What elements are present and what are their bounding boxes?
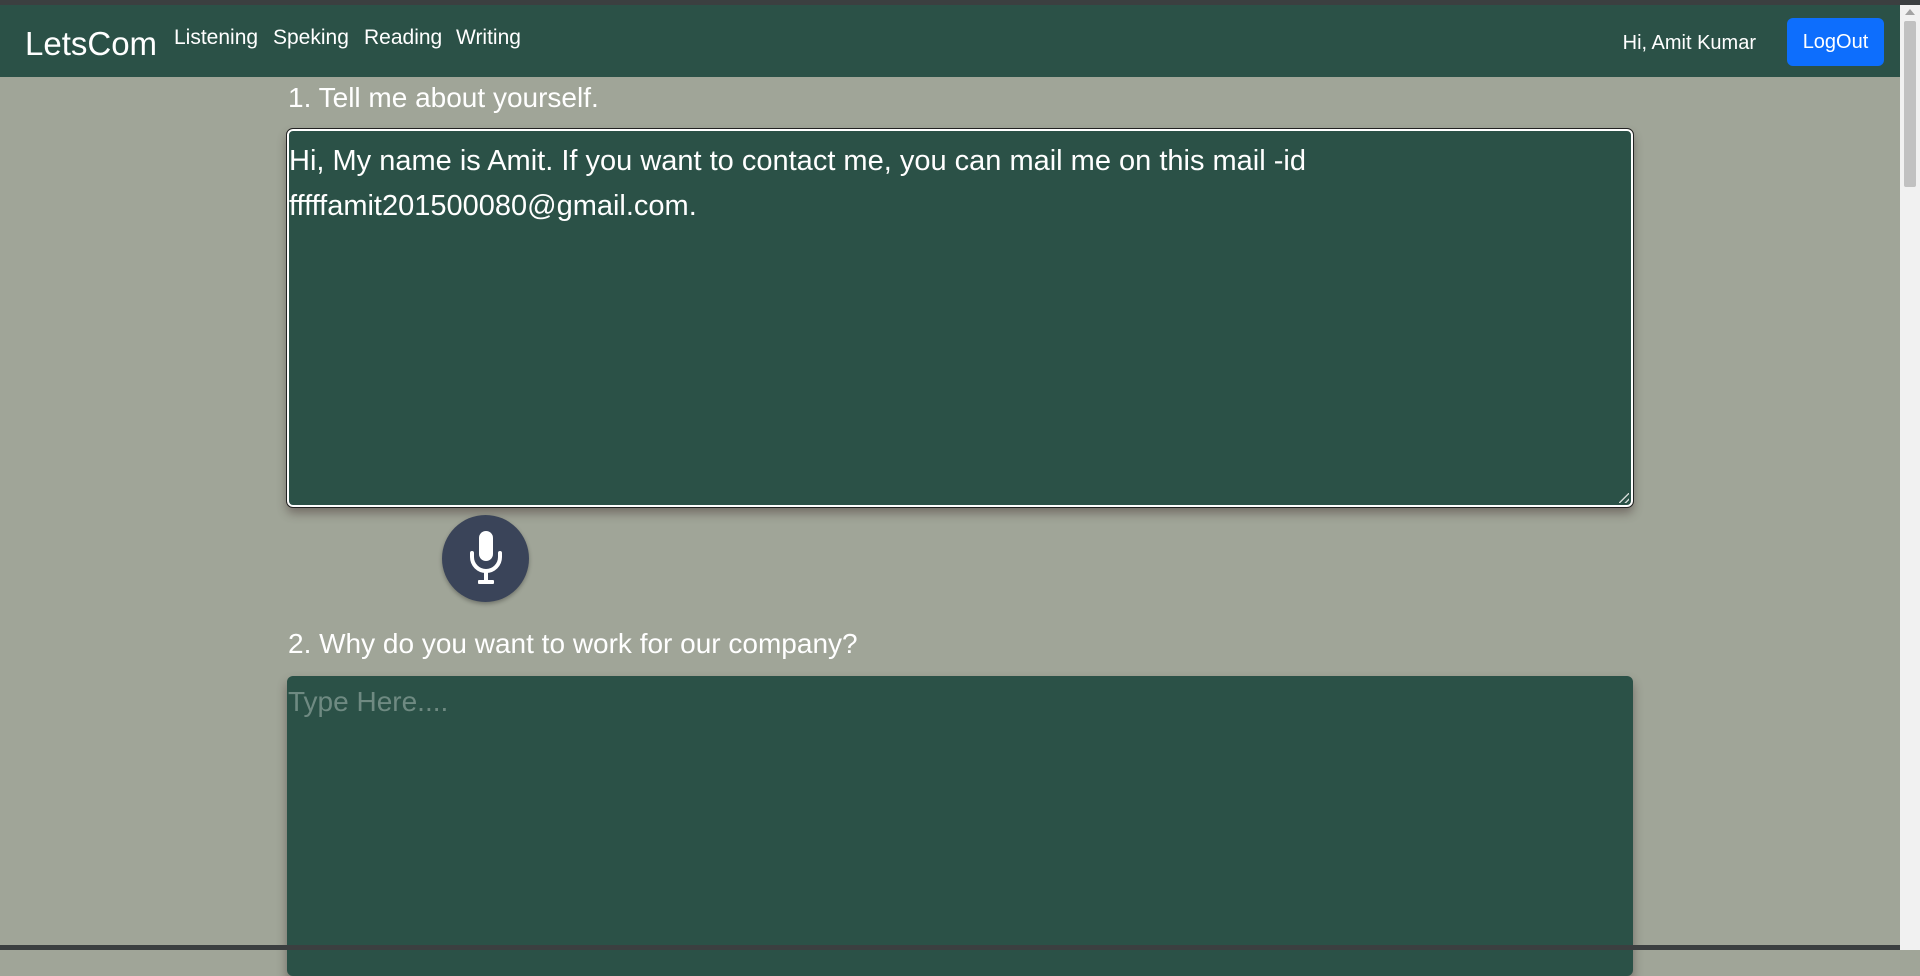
microphone-button[interactable] — [442, 515, 529, 602]
answer-1-textarea[interactable]: Hi, My name is Amit. If you want to cont… — [286, 128, 1634, 508]
top-navbar: LetsCom Listening Speking Reading Writin… — [0, 5, 1900, 77]
resize-grip-icon[interactable] — [1619, 493, 1629, 503]
question-2-label: 2. Why do you want to work for our compa… — [288, 628, 858, 659]
answer-1-text[interactable]: Hi, My name is Amit. If you want to cont… — [289, 139, 1609, 229]
nav-link-listening[interactable]: Listening — [174, 26, 258, 50]
nav-link-reading[interactable]: Reading — [364, 26, 442, 50]
nav-link-speking[interactable]: Speking — [273, 26, 349, 50]
microphone-icon — [470, 531, 502, 584]
logout-button[interactable]: LogOut — [1787, 18, 1884, 66]
scroll-up-arrow-icon[interactable] — [1905, 9, 1915, 15]
scrollbar-thumb[interactable] — [1904, 21, 1916, 187]
brand-logo[interactable]: LetsCom — [25, 25, 157, 63]
nav-link-writing[interactable]: Writing — [456, 26, 521, 50]
user-greeting: Hi, Amit Kumar — [1622, 32, 1756, 54]
question-1-label: 1. Tell me about yourself. — [288, 82, 599, 113]
answer-2-placeholder: Type Here.... — [288, 686, 449, 717]
answer-2-textarea[interactable]: Type Here.... — [287, 676, 1633, 976]
browser-bottom-edge — [0, 945, 1900, 950]
vertical-scrollbar[interactable] — [1900, 5, 1920, 950]
